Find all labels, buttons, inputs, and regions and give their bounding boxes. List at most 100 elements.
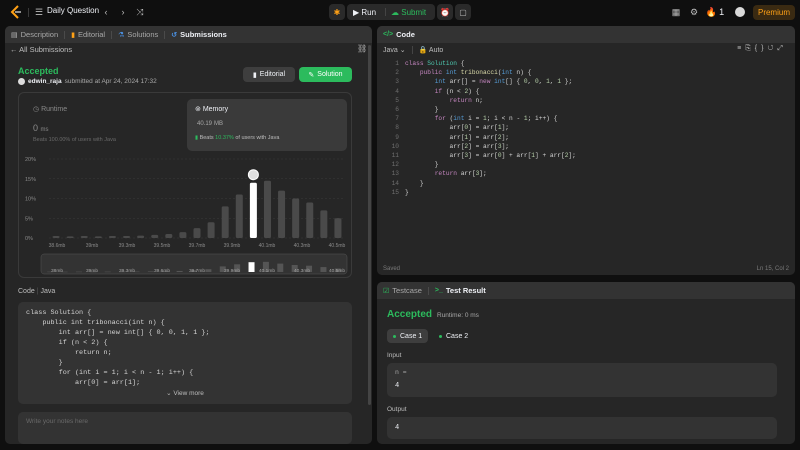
minimap-label: 39mb — [86, 268, 98, 274]
pass-dot — [439, 334, 442, 338]
editorial-button[interactable]: ▮ Editorial — [243, 67, 295, 82]
submit-button[interactable]: ☁ Submit — [391, 8, 426, 17]
tab-editorial[interactable]: ▮ Editorial — [71, 30, 105, 39]
auto-mode-toggle[interactable]: 🔒 Auto — [419, 46, 444, 54]
distribution-bar — [151, 234, 159, 238]
minimap-bar — [205, 269, 212, 272]
divider — [385, 8, 386, 16]
run-button[interactable]: ▶ Run — [353, 8, 376, 17]
beats-icon: ▮ — [195, 135, 199, 141]
output-box: 4 — [387, 417, 777, 439]
minimap-bar — [147, 271, 154, 272]
tab-testcase[interactable]: ☑ Testcase — [383, 286, 422, 295]
input-value: 4 — [395, 382, 400, 390]
distribution-bar — [334, 218, 342, 238]
highlight-bar — [249, 182, 257, 238]
submission-meta: edwin_raja submitted at Apr 24, 2024 17:… — [18, 78, 157, 85]
distribution-bar — [137, 235, 145, 238]
language-select[interactable]: Java ⌄ — [383, 46, 406, 54]
distribution-bar — [263, 180, 271, 238]
premium-button[interactable]: Premium — [753, 5, 795, 20]
code-header: Code | Java — [18, 288, 56, 295]
share-link-icon[interactable]: ⛓ — [357, 44, 367, 53]
x-tick-label: 40.5mb — [329, 243, 346, 249]
code-editor-text[interactable]: class Solution { public int tribonacci(i… — [405, 59, 576, 197]
minimap-label: 39.3mb — [119, 268, 135, 274]
tab-description[interactable]: ▤ Description — [11, 30, 58, 39]
prev-problem-icon[interactable]: ‹ — [99, 5, 113, 19]
fullscreen-icon[interactable]: ⤢ — [777, 45, 787, 52]
shuffle-icon[interactable]: ⤨ — [133, 5, 147, 19]
fire-icon: 🔥 — [705, 6, 718, 17]
input-box: n = 4 — [387, 363, 777, 397]
streak-counter[interactable]: 🔥 1 — [705, 5, 725, 19]
debug-button[interactable]: ✱ — [329, 4, 345, 20]
user-avatar[interactable] — [735, 7, 745, 17]
x-tick-label: 39mb — [86, 243, 99, 249]
distribution-bar — [165, 234, 173, 238]
solution-button[interactable]: ✎ Solution — [299, 67, 352, 82]
tab-divider — [111, 30, 113, 39]
code-icon: </> — [383, 31, 394, 38]
x-tick-label: 38.6mb — [49, 243, 66, 249]
input-label: Input — [387, 352, 402, 359]
distribution-bar — [123, 236, 131, 238]
test-result-panel: ☑ Testcase >_ Test Result Accepted Runtime… — [377, 282, 795, 444]
distribution-bar — [80, 236, 88, 238]
notes-button[interactable]: ▢ — [455, 4, 471, 20]
runtime-card[interactable]: ◷ Runtime 0 ms Beats 100.00% of users wi… — [29, 101, 179, 149]
distribution-bar — [66, 236, 74, 238]
nav-divider — [28, 8, 29, 17]
clock-icon: ◷ — [33, 106, 40, 113]
divider — [411, 46, 413, 54]
run-submit-group: ▶ Run ☁ Submit — [347, 4, 435, 20]
settings-icon[interactable]: ⚙ — [687, 5, 701, 19]
minimap-bar — [320, 267, 327, 272]
next-problem-icon[interactable]: › — [116, 5, 130, 19]
bug-icon: ✱ — [333, 7, 341, 17]
book-icon: ▮ — [252, 71, 257, 79]
terminal-icon: >_ — [434, 287, 443, 294]
case-tab-2[interactable]: Case 2 — [433, 329, 474, 343]
note-icon: ▢ — [459, 7, 467, 17]
tab-test-result[interactable]: >_ Test Result — [435, 286, 486, 295]
leetcode-logo[interactable] — [10, 5, 22, 19]
timer-button[interactable]: ⏰ — [437, 4, 453, 20]
user-avatar-marker — [247, 169, 259, 181]
checkbox-icon: ☑ — [383, 287, 390, 295]
braces-icon[interactable]: {} — [755, 45, 768, 52]
problem-list-icon[interactable]: ☰ — [32, 5, 46, 19]
minimap-label: 39.7mb — [189, 268, 205, 274]
tab-submissions[interactable]: ↺ Submissions — [171, 30, 227, 39]
format-icon[interactable]: ≡ — [737, 45, 745, 52]
x-tick-label: 40.3mb — [294, 243, 311, 249]
username[interactable]: edwin_raja — [28, 78, 62, 85]
pass-dot — [393, 334, 396, 338]
editor-tabbar: </> Code — [377, 26, 795, 43]
output-value: 4 — [395, 424, 400, 432]
bookmark-icon[interactable]: ⎘ — [745, 45, 755, 52]
editor-toolbar: Java ⌄ 🔒 Auto — [377, 43, 795, 57]
distribution-bar — [292, 198, 300, 238]
left-scrollbar[interactable] — [368, 45, 371, 405]
layout-icon[interactable]: ▦ — [669, 5, 683, 19]
memory-card[interactable]: ⊚ Memory 40.19 MB ▮ Beats 10.37% of users… — [187, 99, 347, 151]
tab-solutions[interactable]: ⚗ Solutions — [118, 30, 158, 39]
runtime-title: ◷ Runtime — [33, 106, 68, 113]
view-more-button[interactable]: ⌄ View more — [18, 389, 352, 397]
minimap-label: 40.1mb — [259, 268, 275, 274]
memory-title: ⊚ Memory — [195, 106, 229, 113]
case-tab-1[interactable]: Case 1 — [387, 329, 429, 343]
minimap-bar — [176, 270, 183, 272]
description-icon: ▤ — [11, 31, 18, 39]
memory-distribution-chart: 20% 15% 10% 5% 0% 38.6mb 39mb 39.3mb 39.5mb 39.7m… — [25, 157, 348, 275]
tab-divider — [64, 30, 66, 39]
distribution-bar — [179, 232, 187, 238]
minimap-label: 39.9mb — [224, 268, 240, 274]
notes-textarea[interactable]: Write your notes here — [18, 412, 352, 444]
problem-list-title[interactable]: Daily Question — [47, 6, 99, 15]
distribution-bar — [278, 190, 286, 238]
tab-code[interactable]: </> Code — [383, 30, 415, 39]
reset-icon[interactable]: ↺ — [767, 45, 777, 52]
all-submissions-link[interactable]: ← All Submissions — [10, 45, 72, 54]
